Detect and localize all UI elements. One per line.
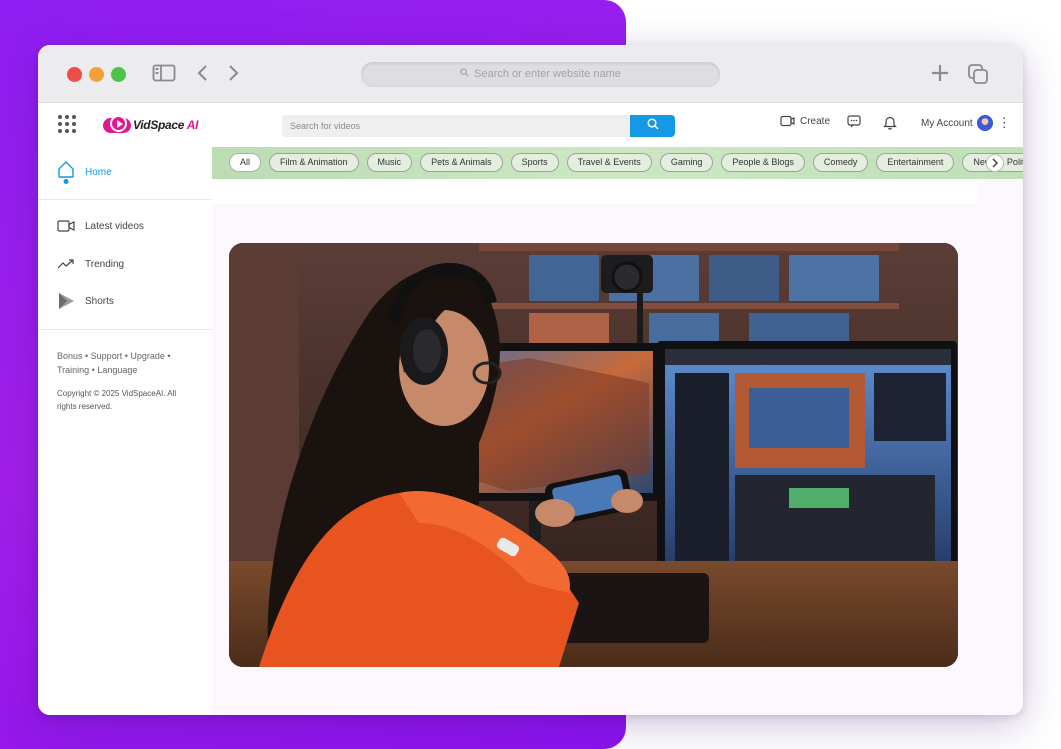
content-header-strip bbox=[212, 179, 977, 204]
address-bar-placeholder: Search or enter website name bbox=[474, 68, 621, 80]
chevron-right-icon[interactable] bbox=[986, 154, 1004, 172]
logo-text: VidSpace AI bbox=[133, 118, 199, 132]
sidebar-item-label: Shorts bbox=[85, 295, 114, 307]
main-content: All Film & Animation Music Pets & Animals Sp… bbox=[212, 147, 1023, 715]
apps-grid-icon[interactable] bbox=[58, 115, 76, 133]
gamer-streaming-illustration bbox=[229, 243, 958, 667]
category-chip[interactable]: All bbox=[229, 153, 262, 172]
category-chip[interactable]: Music bbox=[366, 153, 413, 172]
notifications-button[interactable] bbox=[883, 115, 897, 130]
category-chip[interactable]: Pets & Animals bbox=[420, 153, 503, 172]
category-chip[interactable]: People & Blogs bbox=[721, 153, 805, 172]
sidebar-item-trending[interactable]: Trending bbox=[57, 255, 124, 273]
sidebar-item-label: Latest videos bbox=[85, 220, 144, 232]
app-header: VidSpace AI Create bbox=[38, 103, 1023, 147]
video-search bbox=[282, 115, 675, 137]
sidebar-footer-links[interactable]: Bonus • Support • Upgrade • Training • L… bbox=[57, 349, 187, 377]
sidebar-item-label: Trending bbox=[85, 258, 125, 270]
create-button[interactable]: Create bbox=[780, 115, 830, 127]
stage: Search or enter website name VidSpace AI bbox=[0, 0, 1061, 749]
sidebar-item-shorts[interactable]: Shorts bbox=[57, 292, 114, 310]
address-bar[interactable]: Search or enter website name bbox=[361, 62, 720, 87]
video-icon bbox=[57, 217, 75, 235]
back-arrow-icon[interactable] bbox=[196, 63, 210, 88]
search-input[interactable] bbox=[282, 115, 630, 137]
messages-button[interactable] bbox=[847, 115, 861, 128]
tabs-overview-icon[interactable] bbox=[967, 63, 989, 90]
category-chip[interactable]: Entertainment bbox=[876, 153, 955, 172]
account-label: My Account bbox=[921, 117, 973, 129]
chat-bubble-icon bbox=[847, 115, 861, 128]
sidebar-divider bbox=[38, 199, 212, 200]
search-icon bbox=[646, 117, 659, 135]
close-window-button[interactable] bbox=[67, 67, 82, 82]
forward-arrow-icon[interactable] bbox=[226, 63, 240, 88]
category-chip[interactable]: Travel & Events bbox=[566, 153, 652, 172]
category-bar: All Film & Animation Music Pets & Animals Sp… bbox=[212, 147, 1023, 179]
vidspace-logo[interactable]: VidSpace AI bbox=[103, 114, 198, 136]
featured-video-thumbnail[interactable] bbox=[229, 243, 958, 667]
category-chips: All Film & Animation Music Pets & Animals Sp… bbox=[229, 153, 1023, 172]
search-button[interactable] bbox=[630, 115, 675, 137]
search-icon bbox=[460, 62, 469, 87]
sidebar-item-label: Home bbox=[85, 166, 112, 178]
sidebar-divider bbox=[38, 329, 212, 330]
browser-toolbar: Search or enter website name bbox=[38, 45, 1023, 103]
category-chip[interactable]: Film & Animation bbox=[269, 153, 359, 172]
home-icon bbox=[57, 161, 75, 184]
account-menu[interactable]: My Account ⋮ bbox=[921, 115, 1011, 131]
bell-icon bbox=[883, 115, 897, 130]
avatar bbox=[976, 115, 993, 131]
browser-window: Search or enter website name VidSpace AI bbox=[38, 45, 1023, 715]
more-vertical-icon[interactable]: ⋮ bbox=[998, 116, 1011, 129]
minimize-window-button[interactable] bbox=[89, 67, 104, 82]
new-tab-plus-icon[interactable] bbox=[930, 63, 950, 88]
shorts-icon bbox=[57, 292, 75, 310]
sidebar-toggle-icon[interactable] bbox=[152, 63, 176, 88]
category-chip[interactable]: Gaming bbox=[659, 153, 714, 172]
cloud-play-logo-icon bbox=[103, 115, 131, 134]
sidebar-item-latest-videos[interactable]: Latest videos bbox=[57, 217, 144, 235]
video-camera-icon bbox=[780, 115, 795, 127]
sidebar: Home Latest videos Trending Shorts Bonus… bbox=[38, 147, 212, 715]
category-chip[interactable]: Comedy bbox=[812, 153, 869, 172]
trending-icon bbox=[57, 255, 75, 273]
category-chip[interactable]: Sports bbox=[510, 153, 559, 172]
sidebar-item-home[interactable]: Home bbox=[57, 161, 112, 184]
maximize-window-button[interactable] bbox=[111, 67, 126, 82]
create-label: Create bbox=[800, 115, 831, 127]
copyright-text: Copyright © 2025 VidSpaceAI. All rights … bbox=[57, 389, 177, 411]
